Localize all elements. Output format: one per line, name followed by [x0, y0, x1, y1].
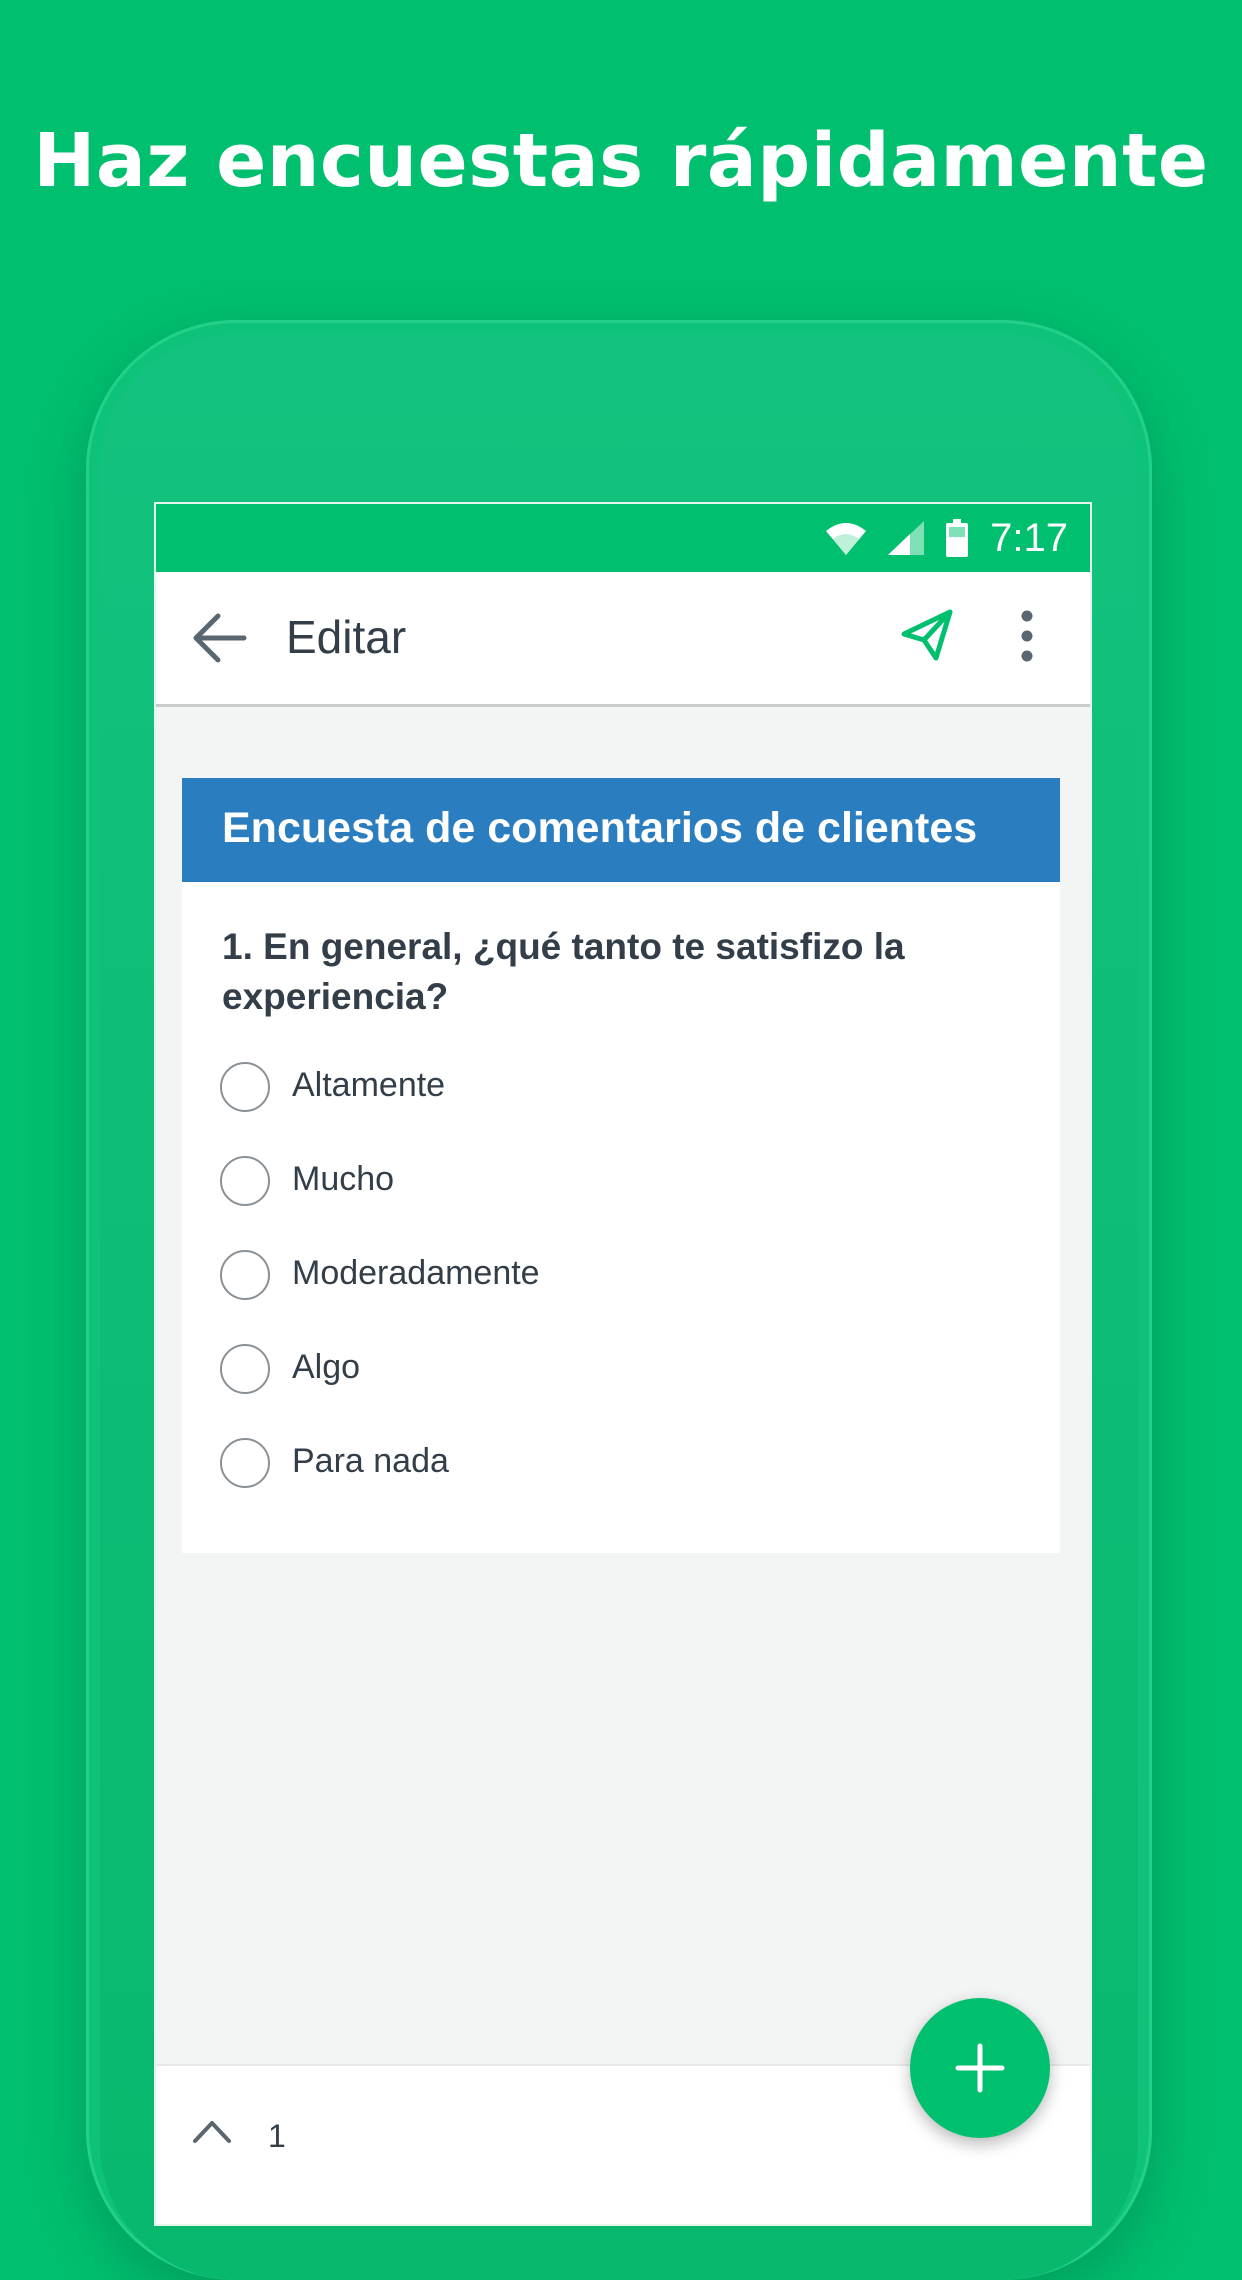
- answer-label: Mucho: [292, 1160, 395, 1198]
- app-bar: Editar: [156, 572, 1090, 707]
- wifi-icon: [826, 523, 867, 555]
- status-bar: 7:17: [156, 504, 1090, 572]
- answer-option[interactable]: Moderadamente: [220, 1250, 920, 1306]
- signal-icon: [888, 521, 925, 555]
- radio-button[interactable]: [220, 1438, 270, 1488]
- answer-option[interactable]: Para nada: [220, 1438, 920, 1494]
- answer-option[interactable]: Mucho: [220, 1156, 920, 1212]
- radio-button[interactable]: [220, 1250, 270, 1300]
- add-question-button[interactable]: [910, 1998, 1050, 2138]
- more-vertical-icon[interactable]: [1012, 608, 1042, 664]
- answer-label: Algo: [292, 1348, 361, 1386]
- answer-option[interactable]: Altamente: [220, 1062, 920, 1118]
- phone-screen: 7:17 Editar Encuesta de comentarios de c…: [154, 502, 1092, 2226]
- survey-header: Encuesta de comentarios de clientes: [182, 778, 1060, 882]
- answer-label: Moderadamente: [292, 1254, 540, 1292]
- answer-label: Para nada: [292, 1442, 449, 1480]
- radio-button[interactable]: [220, 1156, 270, 1206]
- chevron-up-icon[interactable]: [192, 2118, 232, 2144]
- radio-button[interactable]: [220, 1344, 270, 1394]
- battery-icon: [946, 519, 969, 557]
- answer-option[interactable]: Algo: [220, 1344, 920, 1400]
- page-number: 1: [268, 2118, 286, 2154]
- question-text[interactable]: 1. En general, ¿qué tanto te satisfizo l…: [222, 922, 1022, 1022]
- survey-title[interactable]: Encuesta de comentarios de clientes: [222, 804, 977, 853]
- radio-button[interactable]: [220, 1062, 270, 1112]
- headline: Haz encuestas rápidamente: [33, 118, 1209, 204]
- arrow-left-icon[interactable]: [192, 612, 248, 664]
- status-time: 7:17: [990, 515, 1068, 560]
- plus-icon: [955, 2043, 1005, 2093]
- paper-plane-icon[interactable]: [900, 608, 954, 664]
- app-bar-title: Editar: [286, 611, 407, 663]
- answer-label: Altamente: [292, 1066, 446, 1104]
- survey-card: Encuesta de comentarios de clientes 1. E…: [182, 778, 1060, 1553]
